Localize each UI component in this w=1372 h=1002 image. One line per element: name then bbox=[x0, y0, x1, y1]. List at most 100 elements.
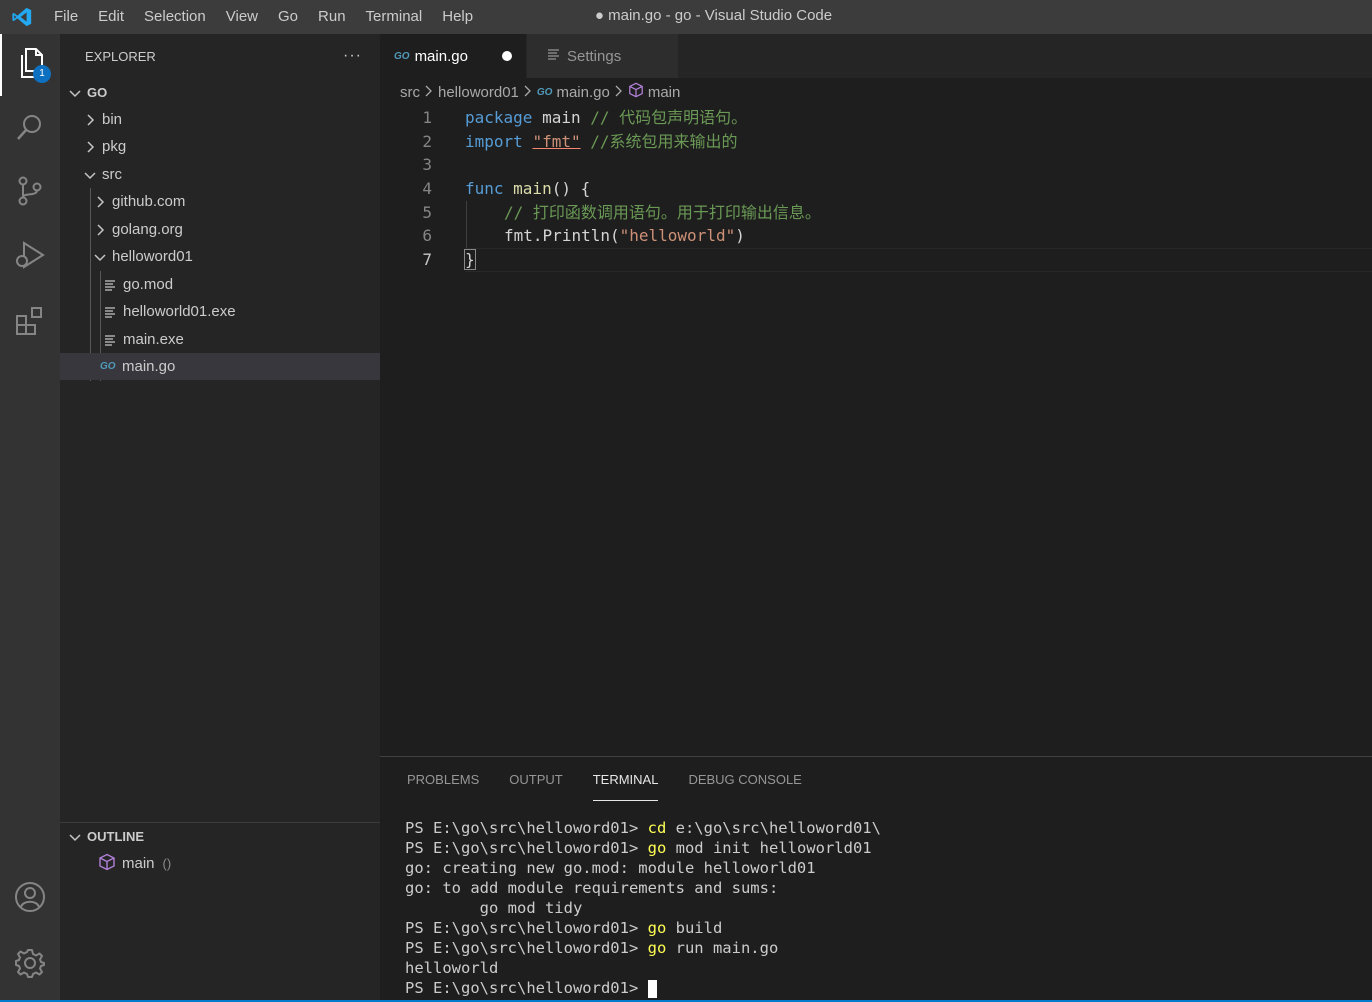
folder-github-com[interactable]: github.com bbox=[60, 188, 380, 215]
chevron-right-icon bbox=[424, 84, 434, 101]
menu-help[interactable]: Help bbox=[432, 0, 483, 34]
search-icon bbox=[15, 112, 45, 147]
terminal-line: PS E:\go\src\helloword01> go mod init he… bbox=[405, 839, 872, 857]
line-number: 1 bbox=[422, 108, 432, 127]
tree-item-label: golang.org bbox=[112, 221, 183, 238]
breadcrumb-src[interactable]: src bbox=[400, 84, 420, 101]
tab-main-go[interactable]: GO main.go bbox=[380, 34, 526, 78]
editor-tabs: GO main.go Settings bbox=[380, 34, 1372, 78]
tab-problems[interactable]: PROBLEMS bbox=[407, 757, 479, 803]
root-folder-label: GO bbox=[87, 85, 108, 100]
more-actions-button[interactable]: ··· bbox=[343, 47, 362, 65]
vscode-logo-icon bbox=[0, 0, 44, 34]
breadcrumb-symbol[interactable]: main bbox=[648, 84, 681, 101]
tree-item-label: main.exe bbox=[123, 331, 184, 348]
line-number: 6 bbox=[422, 226, 432, 245]
run-debug-icon bbox=[14, 239, 46, 276]
run-debug-activity-button[interactable] bbox=[0, 226, 60, 288]
source-control-activity-button[interactable] bbox=[0, 162, 60, 224]
terminal-line: PS E:\go\src\helloword01> go build bbox=[405, 919, 723, 937]
chevron-down-icon bbox=[67, 829, 83, 845]
line-number: 4 bbox=[422, 179, 432, 198]
file-main-go[interactable]: GO main.go bbox=[60, 353, 380, 380]
current-line-highlight bbox=[465, 248, 1372, 272]
tree-item-label: github.com bbox=[112, 193, 186, 210]
menu-bar: File Edit Selection View Go Run Terminal… bbox=[44, 0, 483, 34]
method-cube-icon bbox=[98, 853, 122, 875]
chevron-down-icon bbox=[82, 167, 98, 183]
line-number: 2 bbox=[422, 132, 432, 151]
file-helloworld01-exe[interactable]: helloworld01.exe bbox=[60, 298, 380, 325]
go-file-icon: GO bbox=[100, 361, 116, 372]
go-file-icon: GO bbox=[536, 86, 553, 98]
file-main-exe[interactable]: main.exe bbox=[60, 326, 380, 353]
explorer-sidebar: EXPLORER ··· GO bin pkg src github.com g… bbox=[60, 34, 380, 1002]
tree-item-label: go.mod bbox=[123, 276, 174, 293]
menu-go[interactable]: Go bbox=[268, 0, 308, 34]
chevron-right-icon bbox=[614, 84, 624, 101]
tree-item-label: helloword01 bbox=[112, 248, 193, 265]
outline-item-main[interactable]: main () bbox=[60, 850, 380, 877]
breadcrumb-folder[interactable]: helloword01 bbox=[438, 84, 519, 101]
line-number: 5 bbox=[422, 203, 432, 222]
tab-label: main.go bbox=[414, 47, 468, 65]
folder-root-go[interactable]: GO bbox=[60, 79, 380, 106]
chevron-right-icon bbox=[523, 84, 533, 101]
editor-area: GO main.go Settings src helloword01 GO m… bbox=[380, 34, 1372, 756]
folder-src[interactable]: src bbox=[60, 161, 380, 188]
folder-bin[interactable]: bin bbox=[60, 106, 380, 133]
outline-item-detail: () bbox=[162, 856, 172, 871]
outline-title: OUTLINE bbox=[87, 829, 145, 844]
file-lines-icon bbox=[103, 277, 119, 293]
menu-edit[interactable]: Edit bbox=[88, 0, 134, 34]
menu-terminal[interactable]: Terminal bbox=[356, 0, 433, 34]
breadcrumb-file[interactable]: main.go bbox=[556, 84, 609, 101]
terminal-line: go mod tidy bbox=[405, 899, 583, 917]
go-file-icon: GO bbox=[394, 50, 410, 62]
code-line-2: import "fmt" //系统包用来输出的 bbox=[465, 132, 738, 151]
file-lines-icon bbox=[103, 332, 119, 348]
explorer-title: EXPLORER bbox=[85, 48, 156, 64]
code-line-7: } bbox=[464, 249, 476, 270]
terminal-output[interactable]: PS E:\go\src\helloword01> cd e:\go\src\h… bbox=[405, 818, 881, 998]
search-activity-button[interactable] bbox=[0, 98, 60, 160]
tab-debug-console[interactable]: DEBUG CONSOLE bbox=[688, 757, 801, 803]
indent-guide bbox=[466, 201, 467, 248]
source-control-icon bbox=[15, 175, 45, 212]
explorer-badge: 1 bbox=[33, 65, 51, 83]
menu-run[interactable]: Run bbox=[308, 0, 356, 34]
menu-view[interactable]: View bbox=[216, 0, 268, 34]
menu-selection[interactable]: Selection bbox=[134, 0, 216, 34]
folder-pkg[interactable]: pkg bbox=[60, 133, 380, 160]
code-line-5: // 打印函数调用语句。用于打印输出信息。 bbox=[504, 203, 821, 222]
menu-file[interactable]: File bbox=[44, 0, 88, 34]
chevron-right-icon bbox=[82, 139, 98, 155]
settings-lines-icon bbox=[547, 47, 561, 65]
chevron-right-icon bbox=[82, 112, 98, 128]
terminal-line: PS E:\go\src\helloword01> bbox=[405, 978, 881, 998]
bottom-panel: PROBLEMS OUTPUT TERMINAL DEBUG CONSOLE P… bbox=[380, 756, 1372, 1002]
outline-section-header[interactable]: OUTLINE bbox=[60, 822, 380, 850]
terminal-line: go: creating new go.mod: module hellowor… bbox=[405, 859, 816, 877]
file-go-mod[interactable]: go.mod bbox=[60, 271, 380, 298]
explorer-activity-button[interactable]: 1 bbox=[0, 34, 60, 96]
accounts-activity-button[interactable] bbox=[0, 868, 60, 930]
manage-activity-button[interactable] bbox=[0, 934, 60, 996]
code-line-1: package main // 代码包声明语句。 bbox=[465, 108, 748, 127]
chevron-down-icon bbox=[67, 85, 83, 101]
folder-golang-org[interactable]: golang.org bbox=[60, 216, 380, 243]
breadcrumb: src helloword01 GO main.go main bbox=[380, 78, 1372, 106]
code-line-6: fmt.Println("helloworld") bbox=[504, 226, 745, 245]
unsaved-dot-icon[interactable] bbox=[502, 51, 512, 61]
folder-helloword01[interactable]: helloword01 bbox=[60, 243, 380, 270]
extensions-activity-button[interactable] bbox=[0, 292, 60, 354]
extensions-icon bbox=[14, 305, 46, 342]
gear-icon bbox=[14, 947, 46, 984]
tab-terminal[interactable]: TERMINAL bbox=[592, 757, 658, 803]
title-bar: File Edit Selection View Go Run Terminal… bbox=[0, 0, 1372, 34]
line-number: 7 bbox=[422, 250, 432, 269]
explorer-header: EXPLORER ··· bbox=[60, 34, 380, 78]
tab-settings[interactable]: Settings bbox=[526, 34, 678, 78]
terminal-line: helloworld bbox=[405, 959, 499, 977]
tab-output[interactable]: OUTPUT bbox=[509, 757, 562, 803]
